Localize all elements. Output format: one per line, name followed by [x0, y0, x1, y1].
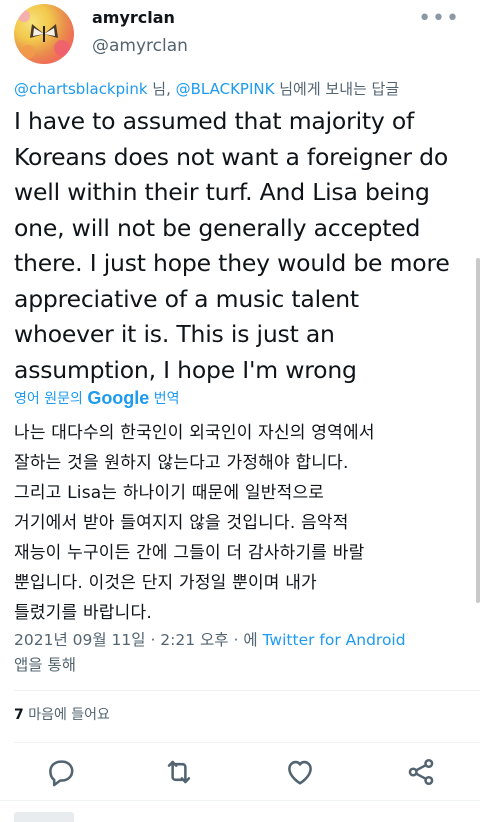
- tweet-line: well within their turf. And Lisa being: [14, 178, 430, 206]
- likes-count[interactable]: 7 마음에 들어요: [14, 704, 110, 724]
- translated-line: 잘하는 것을 원하지 않는다고 가정해야 합니다.: [14, 453, 349, 473]
- action-bar: [0, 755, 480, 789]
- butterfly-image: [18, 10, 70, 59]
- user-handle[interactable]: @amyrclan: [92, 36, 188, 56]
- tweet-line: whoever it is. This is just an: [14, 320, 335, 348]
- tweet-meta: 2021년 09월 11일 · 2:21 오후 · 에 Twitter for …: [14, 628, 466, 678]
- tweet-line: I have to assumed that majority of: [14, 107, 415, 135]
- translation-attribution[interactable]: 영어 원문의 Google 번역: [14, 388, 180, 409]
- reply-suffix: 님에게 보내는 답글: [274, 80, 400, 98]
- tweet-line: assumption, I hope I'm wrong: [14, 355, 357, 384]
- more-icon[interactable]: •••: [418, 6, 460, 31]
- mention-link[interactable]: @chartsblackpink: [14, 80, 148, 98]
- timestamp[interactable]: 2021년 09월 11일 · 2:21 오후 · 에: [14, 631, 263, 649]
- divider: [14, 690, 480, 691]
- likes-label: 마음에 들어요: [23, 707, 110, 723]
- source-link[interactable]: Twitter for Android: [263, 631, 406, 649]
- tweet-line: there. I just hope they would be more: [14, 249, 450, 277]
- divider: [0, 800, 480, 801]
- share-icon[interactable]: [404, 755, 438, 789]
- tweet-line: appreciative of a music talent: [14, 284, 359, 313]
- next-item-peek: [14, 812, 74, 822]
- translated-line: 틀렸기를 바랍니다.: [14, 603, 152, 623]
- translated-line: 재능이 누구이든 간에 그들이 더 감사하기를 바랄: [14, 543, 365, 563]
- translated-line: 뿐입니다. 이것은 단지 가정일 뿐이며 내가: [14, 573, 317, 593]
- tweet-line: one, will not be generally accepted: [14, 213, 421, 242]
- display-name[interactable]: amyrclan: [92, 8, 175, 27]
- source-via: 앱을 통해: [14, 656, 76, 674]
- translated-line: 나는 대다수의 한국인이 외국인이 자신의 영역에서: [14, 423, 375, 443]
- likes-number: 7: [14, 707, 24, 723]
- heart-icon[interactable]: [283, 755, 317, 789]
- translated-text: 나는 대다수의 한국인이 외국인이 자신의 영역에서 잘하는 것을 원하지 않는…: [14, 418, 472, 628]
- google-logo: Google: [87, 388, 150, 408]
- translate-prefix: 영어 원문의: [14, 391, 88, 407]
- scrollbar[interactable]: [476, 258, 480, 603]
- mention-link[interactable]: @BLACKPINK: [176, 80, 275, 98]
- translated-line: 그리고 Lisa는 하나이기 때문에 일반적으로: [14, 483, 325, 503]
- translate-suffix: 번역: [149, 391, 180, 407]
- tweet-line: Koreans does not want a foreigner do: [14, 142, 448, 171]
- tweet-text: I have to assumed that majority of Korea…: [14, 104, 466, 388]
- reply-sep: 님,: [147, 80, 176, 98]
- translated-line: 거기에서 받아 들여지지 않을 것입니다. 음악적: [14, 513, 349, 533]
- reply-icon[interactable]: [44, 755, 78, 789]
- retweet-icon[interactable]: [162, 755, 196, 789]
- avatar[interactable]: [14, 4, 74, 64]
- reply-context: @chartsblackpink 님, @BLACKPINK 님에게 보내는 답…: [14, 78, 399, 99]
- divider: [14, 742, 480, 743]
